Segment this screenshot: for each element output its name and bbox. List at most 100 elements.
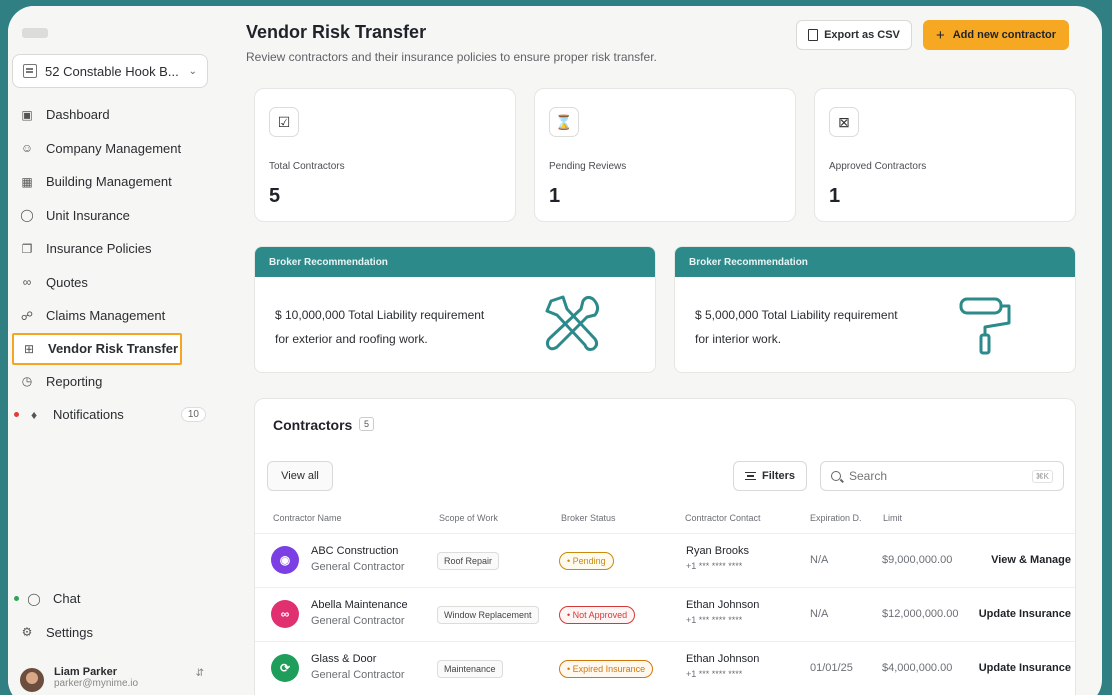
column-header-contractor-name[interactable]: Contractor Name — [273, 513, 342, 523]
switch-account-icon[interactable]: ⇵ — [196, 668, 204, 679]
sidebar-item-label: Insurance Policies — [46, 241, 152, 257]
checkbox-icon: ☑ — [269, 107, 299, 137]
building-select-icon — [23, 64, 37, 78]
user-profile[interactable]: Liam Parker parker@mynime.io ⇵ — [20, 666, 210, 692]
contractor-name: Glass & Door — [311, 653, 377, 665]
column-header-broker-status[interactable]: Broker Status — [561, 513, 616, 523]
sidebar-item-label: Reporting — [46, 373, 103, 389]
recommendation-line: for interior work. — [695, 332, 782, 346]
bell-icon: ♦ — [30, 407, 38, 422]
table-row[interactable]: ⟳ Glass & Door General Contractor Mainte… — [255, 641, 1075, 695]
sidebar-item-reporting[interactable]: ◷ Reporting — [12, 365, 212, 399]
column-header-expiration-date[interactable]: Expiration D. — [810, 513, 862, 523]
sidebar-item-building-management[interactable]: ▦ Building Management — [12, 165, 212, 199]
view-manage-link[interactable]: View & Manage — [977, 554, 1071, 566]
paperclip-icon: ∞ — [22, 275, 32, 290]
contact-name: Ryan Brooks — [686, 545, 749, 557]
sidebar-item-company-management[interactable]: ☺ Company Management — [12, 132, 212, 166]
stat-value: 1 — [549, 185, 561, 207]
user-email: parker@mynime.io — [54, 678, 139, 689]
add-contractor-label: Add new contractor — [952, 29, 1057, 41]
sidebar-item-insurance-policies[interactable]: ❐ Insurance Policies — [12, 232, 212, 266]
sidebar-bottom-nav: ◯ Chat ⚙ Settings — [12, 582, 212, 649]
sidebar-item-notifications[interactable]: ♦ Notifications 10 — [12, 398, 212, 432]
contractor-name: ABC Construction — [311, 545, 399, 557]
sidebar-item-label: Unit Insurance — [46, 207, 130, 223]
hourglass-icon: ⌛ — [549, 107, 579, 137]
search-box[interactable]: ⌘K — [820, 461, 1064, 491]
notification-dot — [14, 412, 19, 418]
users-icon: ☺ — [20, 141, 34, 156]
expiration-date: N/A — [810, 608, 829, 620]
search-input[interactable] — [849, 469, 1032, 483]
sidebar-item-label: Building Management — [46, 174, 172, 190]
sidebar-item-label: Vendor Risk Transfer — [48, 341, 179, 356]
shield-icon: ◯ — [20, 208, 34, 223]
sidebar-item-unit-insurance[interactable]: ◯ Unit Insurance — [12, 199, 212, 233]
view-all-button[interactable]: View all — [267, 461, 333, 491]
company-logo-icon: ⟳ — [271, 654, 299, 682]
add-contractor-button[interactable]: + Add new contractor — [923, 20, 1069, 50]
export-csv-button[interactable]: Export as CSV — [796, 20, 912, 50]
chevron-down-icon: ⌄ — [188, 65, 197, 77]
contractor-role: General Contractor — [311, 561, 405, 573]
limit-value: $4,000,000.00 — [882, 662, 953, 674]
sidebar-item-quotes[interactable]: ∞ Quotes — [12, 266, 212, 300]
filters-button[interactable]: Filters — [733, 461, 807, 491]
recommendation-text: $ 10,000,000 Total Liability requirement… — [275, 303, 535, 351]
sidebar: 52 Constable Hook B... ⌄ ▣ Dashboard ☺ C… — [8, 6, 220, 695]
contractor-role: General Contractor — [311, 615, 405, 627]
stat-card-total-contractors: ☑ Total Contractors 5 — [254, 88, 516, 222]
expiration-date: 01/01/25 — [810, 662, 853, 674]
contact-name: Ethan Johnson — [686, 599, 760, 611]
contact-phone: +1 *** **** **** — [686, 561, 743, 571]
column-header-contractor-contact[interactable]: Contractor Contact — [685, 513, 761, 523]
claims-icon: ☍ — [20, 308, 34, 323]
vendor-icon: ⊞ — [23, 341, 35, 356]
sidebar-item-chat[interactable]: ◯ Chat — [12, 582, 212, 616]
contractors-panel: Contractors 5 View all Filters ⌘K Contra… — [254, 398, 1076, 695]
scope-tag: Roof Repair — [437, 552, 500, 570]
recommendation-text: $ 5,000,000 Total Liability requirement … — [695, 303, 955, 351]
clock-icon: ◷ — [21, 374, 33, 389]
sidebar-item-settings[interactable]: ⚙ Settings — [12, 616, 212, 650]
paint-roller-icon — [959, 297, 1011, 355]
app-frame: 52 Constable Hook B... ⌄ ▣ Dashboard ☺ C… — [8, 6, 1102, 695]
property-select[interactable]: 52 Constable Hook B... ⌄ — [12, 54, 208, 88]
contractor-role: General Contractor — [311, 669, 405, 681]
policies-icon: ❐ — [21, 241, 33, 256]
limit-value: $9,000,000.00 — [882, 554, 953, 566]
contact-phone: +1 *** **** **** — [686, 669, 743, 679]
tools-icon — [545, 295, 600, 351]
property-select-label: 52 Constable Hook B... — [45, 63, 179, 79]
notification-count-badge: 10 — [180, 407, 206, 423]
sidebar-item-label: Company Management — [46, 140, 182, 156]
status-badge: • Expired Insurance — [559, 660, 654, 678]
sidebar-item-label: Claims Management — [46, 308, 166, 324]
update-insurance-link[interactable]: Update Insurance — [977, 662, 1071, 674]
scope-tag: Maintenance — [437, 660, 503, 678]
sidebar-item-claims-management[interactable]: ☍ Claims Management — [12, 299, 212, 333]
sidebar-item-label: Settings — [46, 624, 93, 640]
x-box-icon: ⊠ — [829, 107, 859, 137]
update-insurance-link[interactable]: Update Insurance — [977, 608, 1071, 620]
sidebar-item-label: Quotes — [46, 274, 88, 290]
stat-card-pending-reviews: ⌛ Pending Reviews 1 — [534, 88, 796, 222]
gear-icon: ⚙ — [21, 625, 33, 640]
column-header-scope-of-work[interactable]: Scope of Work — [439, 513, 498, 523]
search-shortcut: ⌘K — [1031, 469, 1053, 483]
contractors-count-badge: 5 — [359, 417, 375, 431]
export-csv-label: Export as CSV — [824, 29, 900, 41]
column-header-limit[interactable]: Limit — [883, 513, 902, 523]
status-badge: • Not Approved — [559, 606, 636, 624]
company-logo-icon: ∞ — [271, 600, 299, 628]
contact-name: Ethan Johnson — [686, 653, 760, 665]
sidebar-item-dashboard[interactable]: ▣ Dashboard — [12, 98, 212, 132]
sidebar-item-vendor-risk-transfer[interactable]: ⊞ Vendor Risk Transfer — [12, 332, 182, 365]
table-row[interactable]: ∞ Abella Maintenance General Contractor … — [255, 587, 1075, 641]
stat-label: Total Contractors — [269, 161, 345, 172]
filter-icon — [744, 472, 756, 480]
chat-icon: ◯ — [27, 591, 41, 606]
table-row[interactable]: ◉ ABC Construction General Contractor Ro… — [255, 533, 1075, 587]
plus-icon: + — [935, 26, 945, 44]
